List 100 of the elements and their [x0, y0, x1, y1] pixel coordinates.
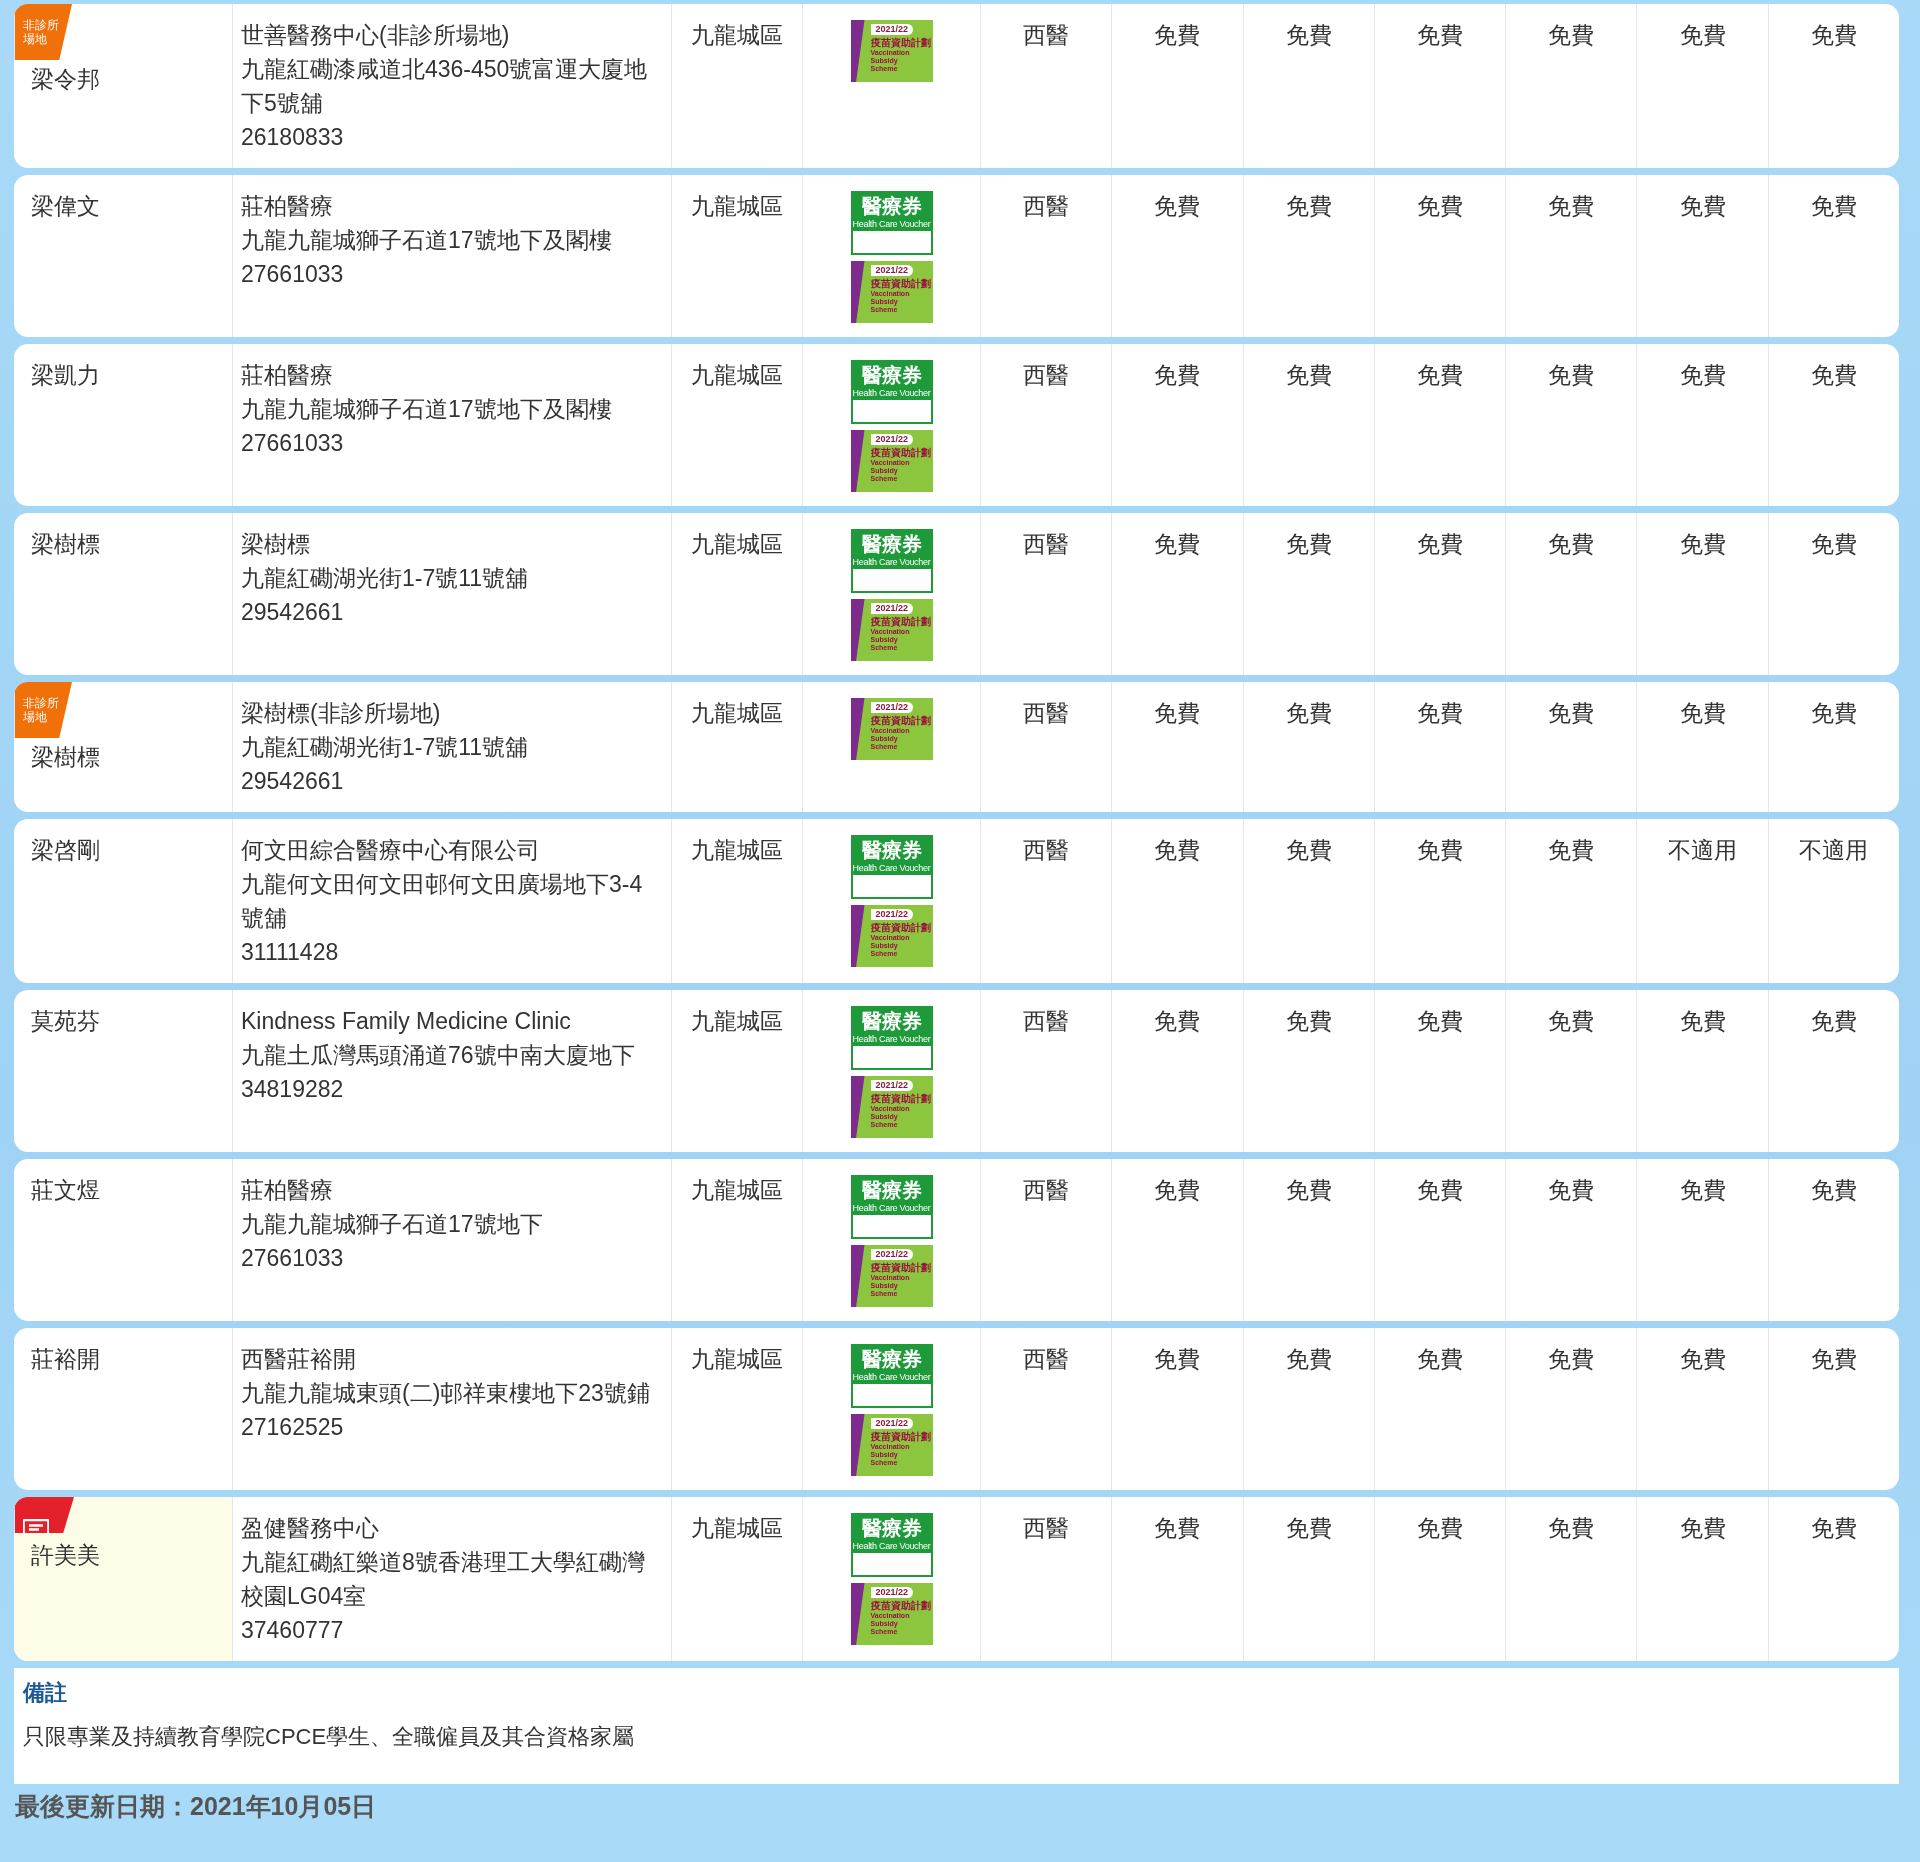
phone-number: 29542661	[241, 598, 345, 627]
clinic-name: 梁樹標	[241, 530, 311, 559]
logo-year: 2021/22	[870, 265, 914, 276]
logo-year: 2021/22	[870, 1418, 914, 1429]
table-cell: 免費	[1373, 344, 1506, 506]
table-cell: 西醫	[980, 513, 1112, 675]
table-cell: 免費	[1767, 344, 1899, 506]
table-cell: 西醫	[980, 1497, 1112, 1661]
table-cell: 免費	[1636, 344, 1768, 506]
logo-stripe	[850, 261, 865, 323]
doctor-name: 梁樹標	[31, 530, 101, 559]
logo-title: 醫療券	[861, 1347, 922, 1372]
table-cell: 免費	[1767, 175, 1899, 337]
logo-subtitle: Health Care Voucher	[852, 1372, 931, 1383]
clinic-address: 九龍九龍城獅子石道17號地下及閣樓	[241, 395, 613, 424]
table-cell: 西醫	[980, 990, 1112, 1152]
table-cell: 免費	[1505, 1159, 1637, 1321]
logo-title: 疫苗資助計劃	[870, 36, 931, 49]
clinic-address: 九龍土瓜灣馬頭涌道76號中南大廈地下	[241, 1041, 636, 1070]
table-cell: 免費	[1242, 682, 1374, 812]
table-cell: 九龍城區	[671, 513, 802, 675]
logo-title: 疫苗資助計劃	[870, 1430, 931, 1443]
last-updated-text: 最後更新日期：2021年10月05日	[14, 1791, 378, 1821]
table-cell: 免費	[1242, 513, 1374, 675]
doctor-name: 梁凱力	[31, 361, 101, 390]
table-cell: 免費	[1373, 1497, 1506, 1661]
table-cell: 免費	[1767, 4, 1899, 168]
doctor-name: 莊裕開	[31, 1345, 101, 1374]
logo-title: 醫療券	[861, 1178, 922, 1203]
logo-stripe	[850, 1583, 865, 1645]
table-cell: 免費	[1373, 819, 1506, 983]
table-cell: 免費	[1111, 1497, 1243, 1661]
table-cell: 免費	[1767, 990, 1899, 1152]
table-cell: 免費	[1767, 1159, 1899, 1321]
logo-title: 疫苗資助計劃	[870, 1092, 931, 1105]
doctor-name: 梁令邦	[31, 65, 101, 94]
table-cell: 免費	[1636, 1159, 1768, 1321]
table-cell: 免費	[1373, 1328, 1506, 1490]
logo-year: 2021/22	[870, 702, 914, 713]
clinic-name: 盈健醫務中心	[241, 1514, 380, 1543]
phone-number: 27661033	[241, 260, 345, 289]
table-cell: 免費	[1636, 1328, 1768, 1490]
table-cell: 免費	[1242, 1159, 1374, 1321]
logo-title: 疫苗資助計劃	[870, 1599, 931, 1612]
table-cell: 免費	[1242, 1328, 1374, 1490]
table-cell: 免費	[1505, 990, 1637, 1152]
table-cell: 免費	[1111, 513, 1243, 675]
table-cell: 九龍城區	[671, 175, 802, 337]
logo-stripe	[850, 1414, 865, 1476]
table-cell: 免費	[1505, 682, 1637, 812]
logo-stripe	[850, 698, 865, 760]
table-cell: 免費	[1111, 990, 1243, 1152]
clinic-name: 何文田綜合醫療中心有限公司	[241, 836, 541, 865]
table-cell: 免費	[1242, 1497, 1374, 1661]
venue-tag: 非診所場地	[14, 682, 72, 738]
table-cell: 免費	[1505, 819, 1637, 983]
phone-number: 27661033	[241, 429, 345, 458]
clinic-name: 梁樹標(非診所場地)	[241, 699, 442, 728]
table-cell: 免費	[1636, 513, 1768, 675]
logo-stripe	[850, 1245, 865, 1307]
logo-subtitle: Health Care Voucher	[852, 388, 931, 399]
logo-title: 醫療券	[861, 363, 922, 388]
logo-year: 2021/22	[870, 434, 914, 445]
logo-year: 2021/22	[870, 1080, 914, 1091]
table-cell: 免費	[1636, 1497, 1768, 1661]
clinic-name: Kindness Family Medicine Clinic	[241, 1007, 572, 1036]
table-cell: 西醫	[980, 344, 1112, 506]
table-cell: 不適用	[1636, 819, 1768, 983]
clinic-address: 九龍何文田何文田邨何文田廣場地下3-4號舖	[241, 870, 644, 933]
logo-stripe	[850, 430, 865, 492]
phone-number: 27661033	[241, 1244, 345, 1273]
phone-number: 31111428	[241, 938, 340, 967]
table-cell: 免費	[1242, 990, 1374, 1152]
clinic-address: 九龍九龍城東頭(二)邨祥東樓地下23號鋪	[241, 1379, 651, 1408]
logo-subtitle: Health Care Voucher	[852, 863, 931, 874]
table-cell: 免費	[1111, 1328, 1243, 1490]
clinic-name: 莊柏醫療	[241, 1176, 334, 1205]
clinic-address: 九龍紅磡紅樂道8號香港理工大學紅磡灣校園LG04室	[241, 1548, 646, 1611]
table-cell: 免費	[1505, 344, 1637, 506]
logo-stripe	[850, 1076, 865, 1138]
logo-stripe	[850, 905, 865, 967]
logo-year: 2021/22	[870, 24, 914, 35]
phone-number: 27162525	[241, 1413, 345, 1442]
logo-stripe	[850, 599, 865, 661]
phone-number: 29542661	[241, 767, 345, 796]
logo-subtitle: Health Care Voucher	[852, 1034, 931, 1045]
table-cell: 免費	[1373, 990, 1506, 1152]
phone-number: 37460777	[241, 1616, 345, 1645]
table-cell: 九龍城區	[671, 1159, 802, 1321]
logo-subtitle: Health Care Voucher	[852, 1203, 931, 1214]
logo-title: 醫療券	[861, 532, 922, 557]
table-cell: 九龍城區	[671, 1497, 802, 1661]
table-cell: 免費	[1636, 4, 1768, 168]
table-cell: 免費	[1242, 175, 1374, 337]
table-cell: 西醫	[980, 1159, 1112, 1321]
table-cell: 免費	[1373, 513, 1506, 675]
table-cell: 免費	[1111, 1159, 1243, 1321]
table-cell: 免費	[1505, 175, 1637, 337]
table-cell: 西醫	[980, 4, 1112, 168]
table-cell: 不適用	[1767, 819, 1899, 983]
